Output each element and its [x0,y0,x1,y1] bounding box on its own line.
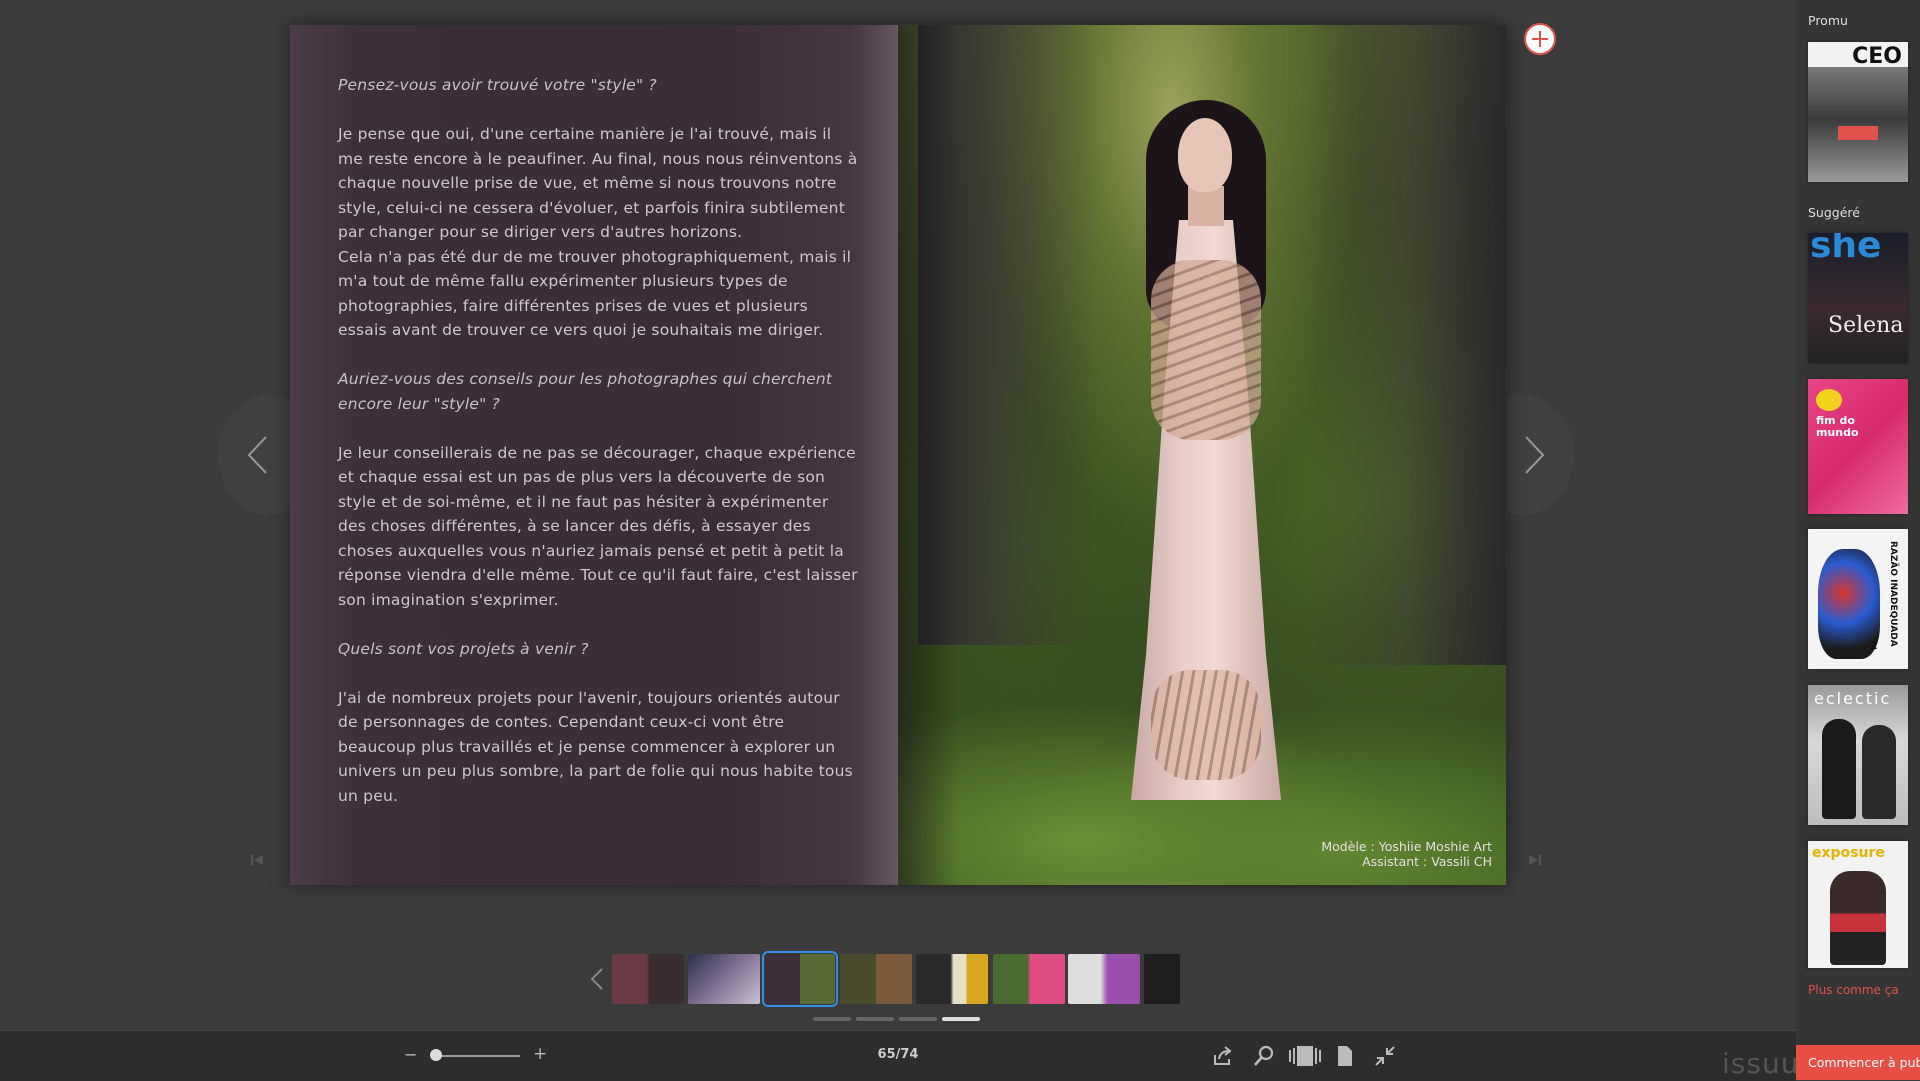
cover-she-subtitle: Selena [1828,313,1904,338]
thumbnail-page[interactable] [916,954,988,1004]
single-page-icon[interactable] [1334,1045,1356,1067]
plus-icon [1532,31,1548,47]
cover-eclectic-title: eclectic [1814,689,1892,708]
zoom-in-button[interactable]: + [533,1044,547,1064]
answer-1-continued: Cela n'a pas été dur de me trouver photo… [338,247,852,340]
suggested-label: Suggéré [1808,205,1860,220]
cover-badge [1816,389,1842,411]
thumbnail-page[interactable] [840,954,912,1004]
spread-view-icon[interactable] [1288,1045,1322,1067]
cover-exposure-title: exposure [1812,845,1885,861]
cover-she-title: she [1810,233,1882,266]
start-publishing-button[interactable]: Commencer à publi [1796,1045,1920,1080]
right-page-photo: Modèle : Yoshiie Moshie Art Assistant : … [898,25,1506,885]
tree-trunk-right [1306,25,1506,665]
pager-dot[interactable] [899,1017,937,1021]
cover-figure-left [1822,719,1856,819]
page-indicator: 65/74 [877,1047,919,1062]
credit-assistant: Assistant : Vassili CH [1362,854,1492,869]
cover-issue-number: 2 [1870,639,1878,652]
photo-credits: Modèle : Yoshiie Moshie Art Assistant : … [1321,839,1492,869]
add-to-stack-button[interactable] [1524,23,1556,55]
thumbnail-page[interactable] [993,954,1065,1004]
cover-she[interactable]: she Selena [1808,233,1908,363]
cover-figure-right [1862,725,1896,819]
more-like-this-link[interactable]: Plus comme ça [1808,983,1899,997]
pager-dot[interactable] [813,1017,851,1021]
issuu-logo[interactable]: issuu [1722,1047,1799,1080]
zoom-slider-track[interactable] [434,1055,520,1057]
model-neck [1188,186,1224,226]
answer-1: Je pense que oui, d'une certaine manière… [338,125,858,241]
thumbnail-page[interactable] [612,954,684,1004]
pager-dot-active[interactable] [942,1017,980,1021]
cover-ceo-tag [1838,126,1878,140]
page-spread[interactable]: Pensez-vous avoir trouvé votre "style" ?… [290,25,1506,885]
cover-razao-title: RAZÃO INADEQUADA [1888,541,1898,647]
answer-3: J'ai de nombreux projets pour l'avenir, … [338,688,853,805]
pager-dot[interactable] [856,1017,894,1021]
thumbnail-page[interactable] [1144,954,1180,1004]
answer-2: Je leur conseillerais de ne pas se décou… [338,443,858,609]
first-page-icon[interactable] [250,853,264,867]
cover-fim-do-mundo-title: fim do mundo [1816,414,1859,439]
exit-fullscreen-icon[interactable] [1374,1045,1396,1067]
question-1: Pensez-vous avoir trouvé votre "style" ? [338,76,657,94]
zoom-out-button[interactable]: − [404,1045,418,1065]
thumbnail-page-current[interactable] [762,951,838,1007]
interview-text: Pensez-vous avoir trouvé votre "style" ?… [338,73,858,833]
cover-portrait [1830,871,1886,965]
question-3: Quels sont vos projets à venir ? [338,639,589,658]
page-gutter [858,25,898,885]
thumbnail-page[interactable] [1068,954,1140,1004]
last-page-icon[interactable] [1528,853,1542,867]
cover-ceo-title: CEO [1852,44,1902,69]
model-figure [1106,100,1306,800]
cover-ceo[interactable]: CEO [1808,42,1908,182]
cover-fim-do-mundo[interactable]: fim do mundo [1808,379,1908,514]
reaching-hands [1151,670,1261,780]
gutter-shadow [898,25,958,885]
question-2: Auriez-vous des conseils pour les photog… [338,370,833,413]
cover-eclectic[interactable]: eclectic [1808,685,1908,825]
cover-exposure[interactable]: exposure [1808,841,1908,968]
cover-razao-inadequada[interactable]: RAZÃO INADEQUADA 2 [1808,529,1908,669]
left-page: Pensez-vous avoir trouvé votre "style" ?… [290,25,898,885]
share-icon[interactable] [1212,1045,1234,1067]
embracing-hands [1151,260,1261,440]
model-face [1178,118,1232,192]
thumbnail-page[interactable] [688,954,760,1004]
credit-model: Modèle : Yoshiie Moshie Art [1321,839,1492,854]
search-icon[interactable] [1253,1045,1275,1067]
chevron-left-icon [247,436,267,474]
reader-area: Pensez-vous avoir trouvé votre "style" ?… [0,0,1799,1081]
recommendations-sidebar: Promu CEO Suggéré she Selena fim do mund… [1796,0,1920,1080]
promoted-label: Promu [1808,13,1848,28]
zoom-slider-handle[interactable] [430,1049,442,1061]
bottom-toolbar: − + 65/74 issuu [0,1030,1799,1081]
thumbnails-previous-icon[interactable] [590,968,604,990]
chevron-right-icon [1525,436,1545,474]
